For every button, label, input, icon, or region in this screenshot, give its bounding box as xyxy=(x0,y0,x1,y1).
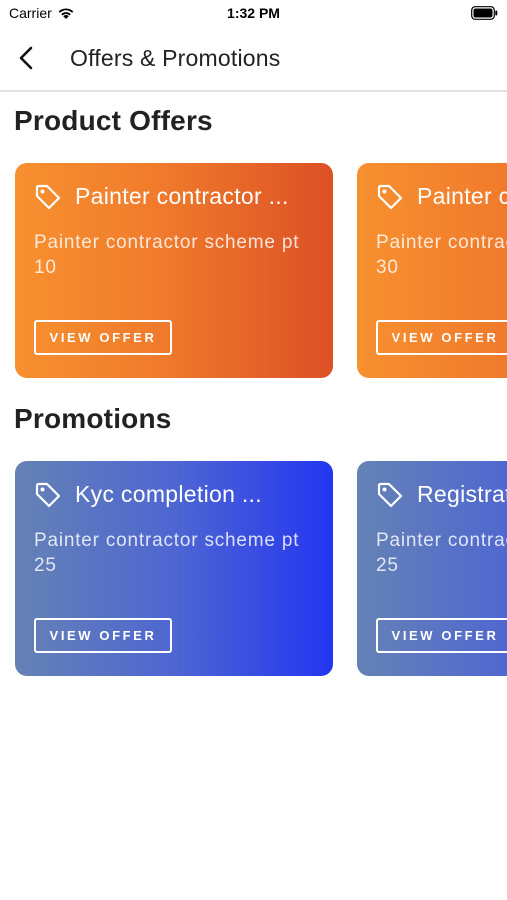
view-offer-button[interactable]: VIEW OFFER xyxy=(376,618,507,653)
product-offers-carousel[interactable]: Painter contractor ... Painter contracto… xyxy=(0,163,507,379)
promotion-title: Kyc completion ... xyxy=(75,481,262,507)
promotions-heading: Promotions xyxy=(14,403,172,434)
view-offer-button[interactable]: VIEW OFFER xyxy=(376,320,507,355)
view-offer-button[interactable]: VIEW OFFER xyxy=(34,320,172,355)
navigation-bar: Offers & Promotions xyxy=(0,28,507,92)
promotion-title: Registration ... xyxy=(417,481,507,507)
product-offers-heading: Product Offers xyxy=(14,105,213,136)
tag-icon xyxy=(377,184,403,210)
tag-icon xyxy=(377,482,403,508)
status-bar: Carrier 1:32 PM xyxy=(0,0,507,28)
back-icon[interactable] xyxy=(14,45,40,71)
promotion-card[interactable]: Registration ... Painter contractor sche… xyxy=(357,461,507,676)
status-time: 1:32 PM xyxy=(227,5,280,21)
view-offer-button[interactable]: VIEW OFFER xyxy=(34,618,172,653)
product-offer-card[interactable]: Painter contractor ... Painter contracto… xyxy=(357,163,507,378)
battery-icon xyxy=(471,6,498,20)
offer-title: Painter contractor ... xyxy=(417,183,507,209)
promotions-carousel[interactable]: Kyc completion ... Painter contractor sc… xyxy=(0,461,507,677)
promotion-card[interactable]: Kyc completion ... Painter contractor sc… xyxy=(15,461,333,676)
product-offer-card[interactable]: Painter contractor ... Painter contracto… xyxy=(15,163,333,378)
page-title: Offers & Promotions xyxy=(70,45,281,71)
tag-icon xyxy=(35,184,61,210)
promotion-description: Painter contractor scheme pt 25 xyxy=(34,530,300,576)
promotion-description: Painter contractor scheme pt 25 xyxy=(376,530,507,576)
offer-description: Painter contractor scheme pt 30 xyxy=(376,232,507,278)
offer-description: Painter contractor scheme pt 10 xyxy=(34,232,300,278)
tag-icon xyxy=(35,482,61,508)
offer-title: Painter contractor ... xyxy=(75,183,289,209)
